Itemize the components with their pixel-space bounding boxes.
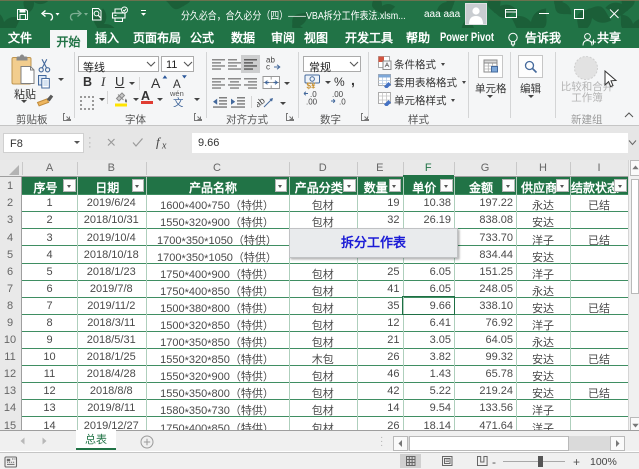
svg-text:x: x bbox=[161, 141, 167, 152]
svg-text:$¥: $¥ bbox=[307, 82, 316, 91]
svg-text:c: c bbox=[266, 63, 270, 71]
svg-text:A: A bbox=[151, 75, 161, 91]
svg-text:文: 文 bbox=[173, 96, 184, 107]
svg-text:ab: ab bbox=[257, 95, 267, 109]
svg-text:.00: .00 bbox=[306, 98, 318, 106]
svg-text:.0: .0 bbox=[339, 98, 346, 106]
